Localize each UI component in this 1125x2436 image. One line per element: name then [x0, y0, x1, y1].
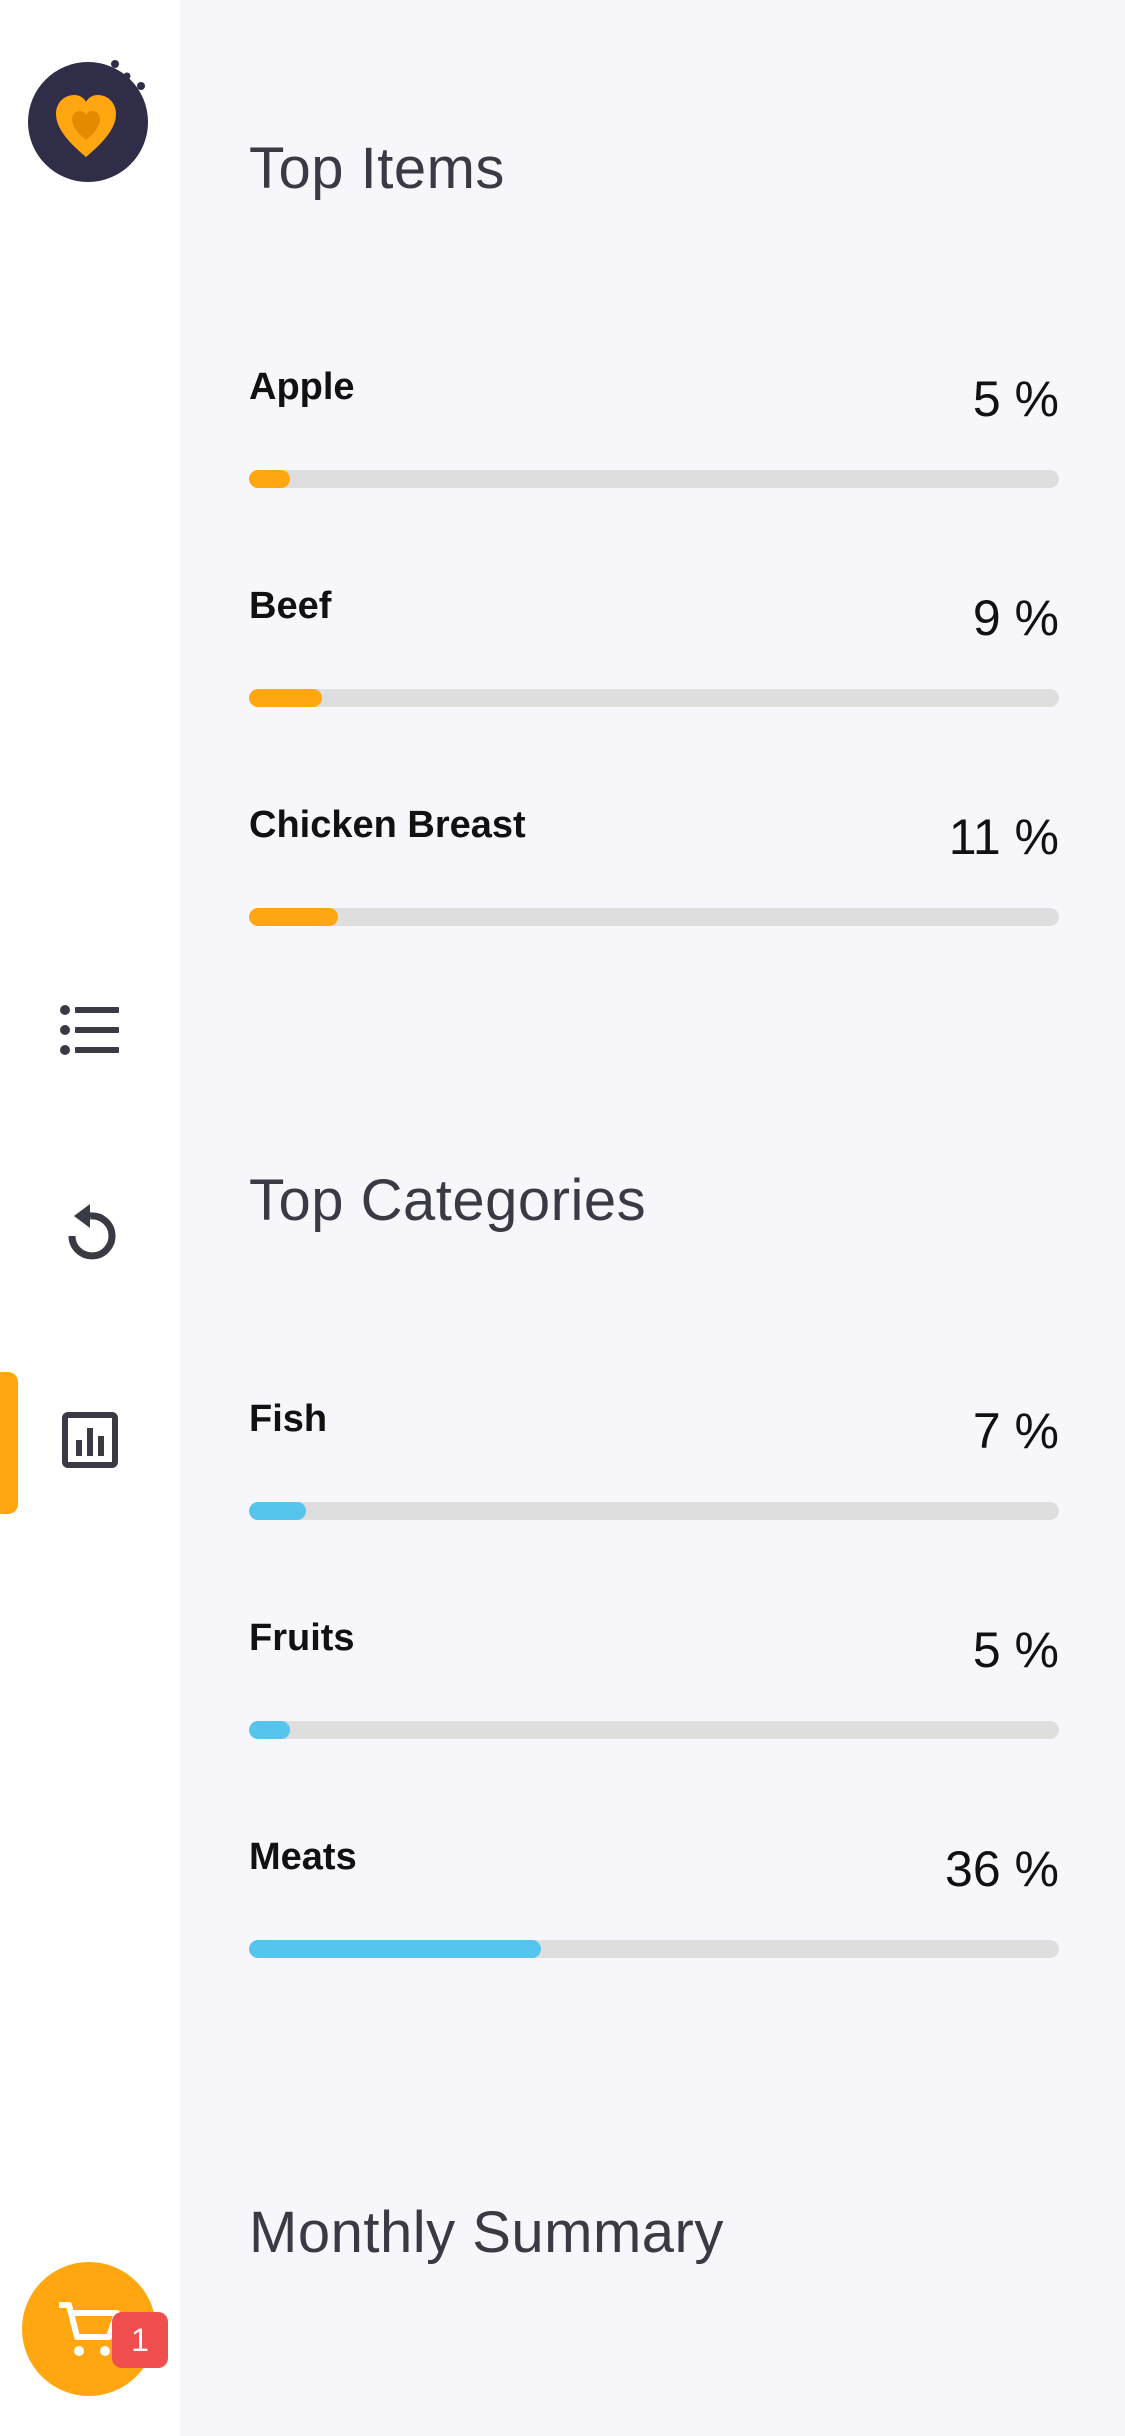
category-percent: 7 %	[972, 1403, 1059, 1459]
nav-item-stats[interactable]	[0, 1372, 180, 1514]
top-category-row: Fruits 5 %	[249, 1619, 1059, 1739]
progress-track	[249, 689, 1059, 707]
progress-fill	[249, 1940, 541, 1958]
crumbs-icon	[110, 60, 145, 90]
category-name: Fish	[249, 1398, 328, 1440]
progress-fill	[249, 1721, 290, 1739]
category-name: Fruits	[249, 1617, 355, 1659]
top-item-row: Beef 9 %	[249, 587, 1059, 707]
progress-fill	[249, 1502, 306, 1520]
top-category-row: Fish 7 %	[249, 1400, 1059, 1520]
app-logo[interactable]	[28, 60, 148, 182]
list-icon	[60, 1005, 119, 1055]
progress-track	[249, 1940, 1059, 1958]
progress-track	[249, 470, 1059, 488]
nav-item-list[interactable]	[0, 980, 180, 1080]
progress-track	[249, 1502, 1059, 1520]
top-item-row: Apple 5 %	[249, 368, 1059, 488]
sidebar: 1	[0, 0, 180, 2436]
monthly-summary-title: Monthly Summary	[249, 2200, 724, 2265]
progress-fill	[249, 470, 290, 488]
progress-fill	[249, 689, 322, 707]
app-root: 1 Top Items Apple 5 % Beef 9 % Chicken B…	[0, 0, 1125, 2436]
cart-count-badge: 1	[112, 2312, 168, 2368]
progress-fill	[249, 908, 339, 926]
item-name: Apple	[249, 366, 355, 408]
top-category-row: Meats 36 %	[249, 1838, 1059, 1958]
progress-track	[249, 908, 1059, 926]
main-content: Top Items Apple 5 % Beef 9 % Chicken Bre…	[180, 0, 1125, 2436]
item-name: Chicken Breast	[249, 804, 526, 846]
top-items-title: Top Items	[249, 136, 505, 201]
item-percent: 11 %	[948, 809, 1059, 865]
bar-chart-icon	[62, 1412, 118, 1468]
item-name: Beef	[249, 585, 332, 627]
history-icon	[68, 1204, 116, 1260]
top-categories-title: Top Categories	[249, 1168, 647, 1233]
category-percent: 36 %	[945, 1841, 1059, 1897]
top-item-row: Chicken Breast 11 %	[249, 806, 1059, 926]
item-percent: 9 %	[972, 590, 1059, 646]
category-name: Meats	[249, 1836, 357, 1878]
item-percent: 5 %	[972, 371, 1059, 427]
category-percent: 5 %	[972, 1622, 1059, 1678]
progress-track	[249, 1721, 1059, 1739]
nav-item-history[interactable]	[0, 1184, 180, 1284]
